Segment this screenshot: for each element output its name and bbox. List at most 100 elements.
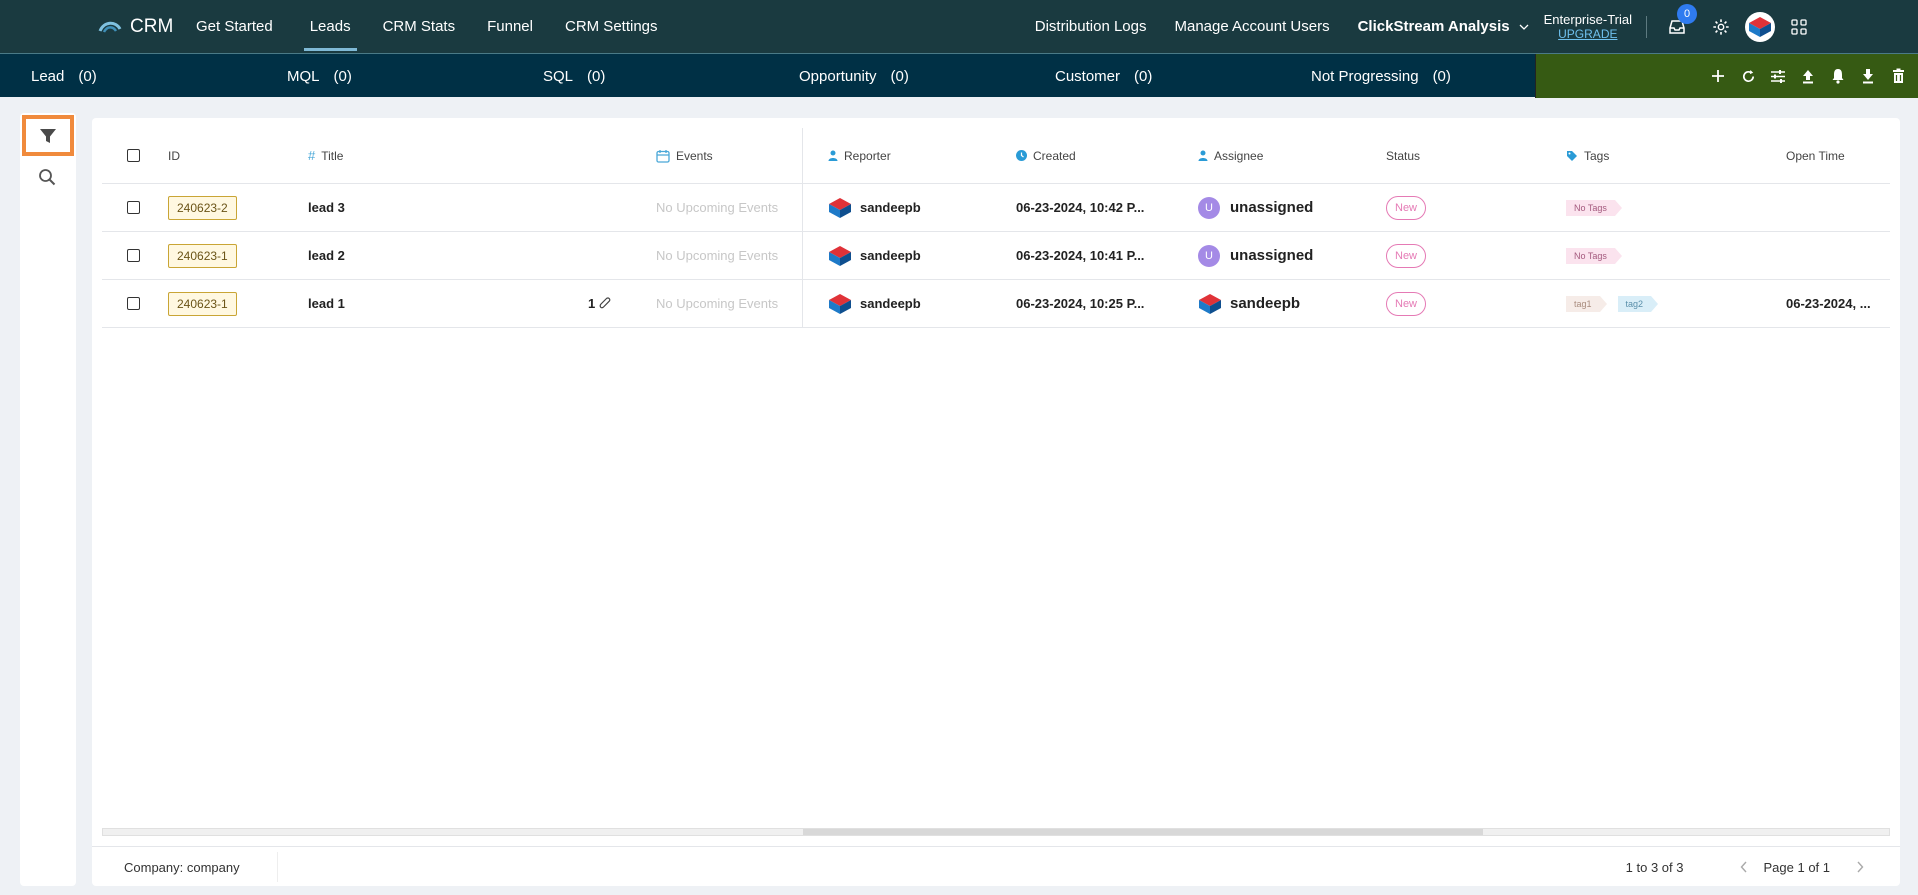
assignee-cell[interactable]: U unassigned — [1198, 184, 1313, 231]
reporter-cell: sandeepb — [828, 232, 921, 279]
stage-sql[interactable]: SQL (0) — [543, 54, 605, 98]
events-cell: No Upcoming Events — [656, 232, 778, 279]
filter-button[interactable] — [22, 115, 74, 156]
upload-button[interactable] — [1798, 66, 1818, 86]
row-select-cell — [127, 280, 140, 327]
apps-grid-icon — [1791, 18, 1807, 35]
stage-opportunity[interactable]: Opportunity (0) — [799, 54, 909, 98]
inbox-count-badge: 0 — [1677, 3, 1697, 24]
assignee-cell[interactable]: sandeepb — [1198, 280, 1300, 327]
table-row[interactable]: 240623-2 lead 3 No Upcoming Events sande… — [102, 184, 1890, 232]
reporter-logo-icon — [829, 197, 851, 218]
stage-not-progressing[interactable]: Not Progressing (0) — [1311, 54, 1451, 98]
reporter-name: sandeepb — [860, 200, 921, 215]
stage-lead[interactable]: Lead (0) — [31, 54, 97, 98]
stage-label: SQL — [543, 67, 574, 85]
id-cell: 240623-1 — [168, 280, 237, 327]
notifications-button[interactable] — [1828, 66, 1848, 86]
header-label: Status — [1386, 148, 1421, 163]
nav-leads[interactable]: Leads — [303, 0, 357, 53]
stage-customer[interactable]: Customer (0) — [1055, 54, 1152, 98]
header-tags[interactable]: Tags — [1566, 128, 1609, 183]
lead-id-tag[interactable]: 240623-2 — [168, 195, 237, 220]
scrollbar-thumb[interactable] — [803, 829, 1483, 835]
filter-icon — [40, 128, 56, 143]
search-button[interactable] — [36, 166, 58, 188]
download-button[interactable] — [1858, 66, 1878, 86]
stage-count: (0) — [333, 67, 352, 85]
paperclip-icon — [599, 296, 611, 308]
apps-button[interactable] — [1789, 17, 1809, 37]
distribution-logs-link[interactable]: Distribution Logs — [1035, 18, 1147, 35]
delete-button[interactable] — [1888, 66, 1908, 86]
add-lead-button[interactable] — [1708, 66, 1728, 86]
select-all-checkbox[interactable] — [127, 149, 140, 162]
header-label: Events — [676, 148, 713, 163]
column-settings-button[interactable] — [1768, 66, 1788, 86]
lead-title[interactable]: lead 1 — [308, 296, 345, 311]
leads-table: ID # Title Events Reporter Created Assig… — [102, 128, 1890, 328]
clickstream-analysis-dropdown[interactable]: ClickStream Analysis — [1358, 18, 1510, 35]
reporter-cell: sandeepb — [828, 184, 921, 231]
header-label: ID — [168, 148, 180, 163]
chevron-down-icon[interactable] — [1518, 21, 1530, 33]
user-avatar[interactable] — [1745, 11, 1775, 42]
row-checkbox[interactable] — [127, 249, 140, 262]
stage-count: (0) — [1432, 67, 1451, 85]
chevron-right-icon — [1857, 861, 1864, 873]
open-time-cell: 06-23-2024, ... — [1786, 280, 1871, 327]
status-badge[interactable]: New — [1386, 195, 1427, 220]
lead-id-tag[interactable]: 240623-1 — [168, 243, 237, 268]
person-icon — [828, 150, 838, 161]
header-title[interactable]: # Title — [308, 128, 343, 183]
page-indicator: Page 1 of 1 — [1763, 859, 1831, 875]
lead-title[interactable]: lead 2 — [308, 248, 345, 263]
row-checkbox[interactable] — [127, 201, 140, 214]
settings-button[interactable] — [1711, 17, 1731, 37]
events-cell: No Upcoming Events — [656, 184, 778, 231]
created-cell: 06-23-2024, 10:25 P... — [1016, 280, 1144, 327]
refresh-button[interactable] — [1738, 66, 1758, 86]
row-range: 1 to 3 of 3 — [1625, 859, 1684, 875]
attachments-cell[interactable]: 1 — [588, 280, 612, 327]
header-label: Open Time — [1786, 148, 1845, 163]
row-checkbox[interactable] — [127, 297, 140, 310]
stage-mql[interactable]: MQL (0) — [287, 54, 352, 98]
header-open-time[interactable]: Open Time — [1786, 128, 1845, 183]
next-page-button[interactable] — [1850, 857, 1870, 877]
header-reporter[interactable]: Reporter — [828, 128, 891, 183]
header-status[interactable]: Status — [1386, 128, 1420, 183]
stage-count: (0) — [890, 67, 909, 85]
nav-funnel[interactable]: Funnel — [487, 0, 533, 53]
inbox-button[interactable]: 0 — [1667, 3, 1697, 37]
brand[interactable]: CRM — [98, 0, 173, 53]
nav-crm-stats[interactable]: CRM Stats — [383, 0, 456, 53]
assignee-cell[interactable]: U unassigned — [1198, 232, 1313, 279]
header-assignee[interactable]: Assignee — [1198, 128, 1263, 183]
table-row[interactable]: 240623-1 lead 2 No Upcoming Events sande… — [102, 232, 1890, 280]
prev-page-button[interactable] — [1734, 857, 1754, 877]
nav-get-started[interactable]: Get Started — [196, 0, 273, 53]
status-badge[interactable]: New — [1386, 243, 1427, 268]
gear-icon — [1713, 18, 1729, 35]
trash-icon — [1892, 68, 1904, 83]
manage-account-users-link[interactable]: Manage Account Users — [1175, 18, 1330, 35]
header-label: Created — [1033, 148, 1076, 163]
row-select-cell — [127, 232, 140, 279]
header-created[interactable]: Created — [1016, 128, 1076, 183]
lead-title[interactable]: lead 3 — [308, 200, 345, 215]
upgrade-link[interactable]: UPGRADE — [1558, 27, 1617, 42]
assignee-avatar: U — [1198, 196, 1220, 219]
header-events[interactable]: Events — [656, 128, 713, 183]
stage-label: Customer — [1055, 67, 1121, 85]
horizontal-scrollbar[interactable] — [102, 828, 1890, 836]
tag-chip: No Tags — [1566, 199, 1622, 216]
header-id[interactable]: ID — [168, 128, 180, 183]
main-nav: Get Started Leads CRM Stats Funnel CRM S… — [196, 0, 658, 53]
status-badge[interactable]: New — [1386, 291, 1427, 316]
lead-id-tag[interactable]: 240623-1 — [168, 291, 237, 316]
nav-crm-settings[interactable]: CRM Settings — [565, 0, 658, 53]
table-row[interactable]: 240623-1 lead 1 1 No Upcoming Events san… — [102, 280, 1890, 328]
tag-icon — [1567, 150, 1577, 161]
search-icon — [39, 169, 56, 186]
